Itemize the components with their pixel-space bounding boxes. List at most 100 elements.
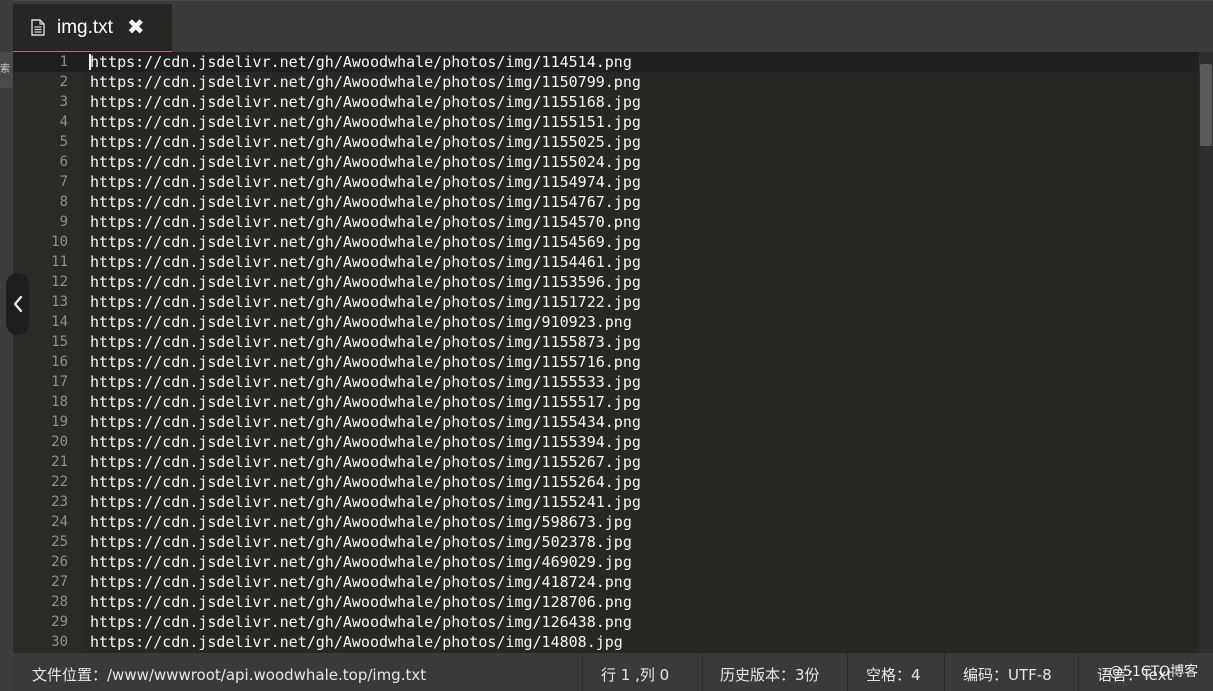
tab-img-txt[interactable]: img.txt ✖ [13,4,172,53]
status-indent[interactable]: 空格：4 [866,653,921,691]
status-divider [1078,653,1079,691]
code-line[interactable]: 16 https://cdn.jsdelivr.net/gh/Awoodwhale… [13,352,1199,372]
file-text-icon [31,19,45,36]
line-number: 10 [51,234,68,250]
code-line[interactable]: 7 https://cdn.jsdelivr.net/gh/Awoodwhale/… [13,172,1199,192]
status-cursor-position[interactable]: 行 1 ,列 0 [601,653,669,691]
line-text: https://cdn.jsdelivr.net/gh/Awoodwhale/p… [90,533,632,551]
line-text: https://cdn.jsdelivr.net/gh/Awoodwhale/p… [90,513,632,531]
code-line[interactable]: 10 https://cdn.jsdelivr.net/gh/Awoodwhale… [13,232,1199,252]
code-line[interactable]: 11 https://cdn.jsdelivr.net/gh/Awoodwhale… [13,252,1199,272]
line-number: 8 [59,194,68,210]
line-number: 17 [51,374,68,390]
line-text: https://cdn.jsdelivr.net/gh/Awoodwhale/p… [90,313,632,331]
status-file-location: 文件位置：/www/wwwroot/api.woodwhale.top/img.… [32,666,427,684]
line-number: 21 [51,454,68,470]
code-line[interactable]: 24 https://cdn.jsdelivr.net/gh/Awoodwhale… [13,512,1199,532]
code-line[interactable]: 15 https://cdn.jsdelivr.net/gh/Awoodwhale… [13,332,1199,352]
code-line[interactable]: 3 https://cdn.jsdelivr.net/gh/Awoodwhale/… [13,92,1199,112]
code-line[interactable]: 9 https://cdn.jsdelivr.net/gh/Awoodwhale/… [13,212,1199,232]
code-line[interactable]: 13 https://cdn.jsdelivr.net/gh/Awoodwhale… [13,292,1199,312]
line-number: 11 [51,254,68,270]
line-number: 22 [51,474,68,490]
line-number: 5 [59,134,68,150]
status-encoding[interactable]: 编码：UTF-8 [963,653,1052,691]
line-text: https://cdn.jsdelivr.net/gh/Awoodwhale/p… [90,193,641,211]
line-number: 25 [51,534,68,550]
code-line[interactable]: 12 https://cdn.jsdelivr.net/gh/Awoodwhale… [13,272,1199,292]
line-text: https://cdn.jsdelivr.net/gh/Awoodwhale/p… [90,573,632,591]
line-text: https://cdn.jsdelivr.net/gh/Awoodwhale/p… [90,433,641,451]
line-number: 2 [59,74,68,90]
code-line[interactable]: 21 https://cdn.jsdelivr.net/gh/Awoodwhale… [13,452,1199,472]
status-divider [582,653,583,691]
code-line[interactable]: 25 https://cdn.jsdelivr.net/gh/Awoodwhale… [13,532,1199,552]
code-line[interactable]: 26 https://cdn.jsdelivr.net/gh/Awoodwhale… [13,552,1199,572]
sidebar-edge: 索 [0,0,13,691]
line-text: https://cdn.jsdelivr.net/gh/Awoodwhale/p… [90,113,641,131]
collapse-sidebar-button[interactable] [6,273,29,335]
status-divider [847,653,848,691]
scrollbar-thumb[interactable] [1200,64,1212,146]
line-text: https://cdn.jsdelivr.net/gh/Awoodwhale/p… [90,493,641,511]
code-line[interactable]: 5 https://cdn.jsdelivr.net/gh/Awoodwhale/… [13,132,1199,152]
sidebar-tab-partial[interactable]: 索 [0,52,13,88]
code-line[interactable]: 23 https://cdn.jsdelivr.net/gh/Awoodwhale… [13,492,1199,512]
line-text: https://cdn.jsdelivr.net/gh/Awoodwhale/p… [90,413,641,431]
line-number: 30 [51,634,68,650]
line-number: 28 [51,594,68,610]
line-number: 9 [59,214,68,230]
line-text: https://cdn.jsdelivr.net/gh/Awoodwhale/p… [90,93,641,111]
vertical-scrollbar[interactable] [1199,52,1213,653]
code-line[interactable]: 28 https://cdn.jsdelivr.net/gh/Awoodwhale… [13,592,1199,612]
line-number: 7 [59,174,68,190]
line-text: https://cdn.jsdelivr.net/gh/Awoodwhale/p… [90,293,641,311]
line-number: 3 [59,94,68,110]
code-line[interactable]: 1 https://cdn.jsdelivr.net/gh/Awoodwhale/… [13,52,1199,72]
code-line[interactable]: 27 https://cdn.jsdelivr.net/gh/Awoodwhale… [13,572,1199,592]
line-number: 16 [51,354,68,370]
line-text: https://cdn.jsdelivr.net/gh/Awoodwhale/p… [90,393,641,411]
line-number: 26 [51,554,68,570]
line-number: 4 [59,114,68,130]
line-text: https://cdn.jsdelivr.net/gh/Awoodwhale/p… [90,553,632,571]
status-history-versions[interactable]: 历史版本：3份 [720,653,820,691]
code-line[interactable]: 18 https://cdn.jsdelivr.net/gh/Awoodwhale… [13,392,1199,412]
code-line[interactable]: 8 https://cdn.jsdelivr.net/gh/Awoodwhale/… [13,192,1199,212]
line-text: https://cdn.jsdelivr.net/gh/Awoodwhale/p… [90,273,641,291]
code-line[interactable]: 4 https://cdn.jsdelivr.net/gh/Awoodwhale/… [13,112,1199,132]
code-line[interactable]: 30 https://cdn.jsdelivr.net/gh/Awoodwhale… [13,632,1199,652]
tab-bar: img.txt ✖ [13,0,1213,53]
code-line[interactable]: 29 https://cdn.jsdelivr.net/gh/Awoodwhale… [13,612,1199,632]
line-text: https://cdn.jsdelivr.net/gh/Awoodwhale/p… [90,593,632,611]
line-text: https://cdn.jsdelivr.net/gh/Awoodwhale/p… [90,453,641,471]
line-text: https://cdn.jsdelivr.net/gh/Awoodwhale/p… [90,373,641,391]
code-editor[interactable]: 1 https://cdn.jsdelivr.net/gh/Awoodwhale/… [13,52,1199,653]
line-text: https://cdn.jsdelivr.net/gh/Awoodwhale/p… [90,153,641,171]
line-text: https://cdn.jsdelivr.net/gh/Awoodwhale/p… [90,53,632,71]
code-line[interactable]: 20 https://cdn.jsdelivr.net/gh/Awoodwhale… [13,432,1199,452]
close-icon[interactable]: ✖ [127,17,145,38]
line-text: https://cdn.jsdelivr.net/gh/Awoodwhale/p… [90,473,641,491]
line-text: https://cdn.jsdelivr.net/gh/Awoodwhale/p… [90,173,641,191]
line-number: 24 [51,514,68,530]
line-text: https://cdn.jsdelivr.net/gh/Awoodwhale/p… [90,133,641,151]
line-number: 29 [51,614,68,630]
line-text: https://cdn.jsdelivr.net/gh/Awoodwhale/p… [90,613,632,631]
code-lines: 1 https://cdn.jsdelivr.net/gh/Awoodwhale/… [13,52,1199,652]
code-line[interactable]: 6 https://cdn.jsdelivr.net/gh/Awoodwhale/… [13,152,1199,172]
code-line[interactable]: 17 https://cdn.jsdelivr.net/gh/Awoodwhale… [13,372,1199,392]
line-number: 18 [51,394,68,410]
editor-window: 索 img.txt ✖ 1 https://cdn.jsdelivr.net/gh… [0,0,1213,691]
line-number: 19 [51,414,68,430]
code-line[interactable]: 14 https://cdn.jsdelivr.net/gh/Awoodwhale… [13,312,1199,332]
line-text: https://cdn.jsdelivr.net/gh/Awoodwhale/p… [90,253,641,271]
status-divider [702,653,703,691]
code-line[interactable]: 2 https://cdn.jsdelivr.net/gh/Awoodwhale/… [13,72,1199,92]
status-bar: 文件位置：/www/wwwroot/api.woodwhale.top/img.… [13,653,1213,691]
line-number: 23 [51,494,68,510]
code-line[interactable]: 22 https://cdn.jsdelivr.net/gh/Awoodwhale… [13,472,1199,492]
line-number: 27 [51,574,68,590]
line-text: https://cdn.jsdelivr.net/gh/Awoodwhale/p… [90,233,641,251]
code-line[interactable]: 19 https://cdn.jsdelivr.net/gh/Awoodwhale… [13,412,1199,432]
